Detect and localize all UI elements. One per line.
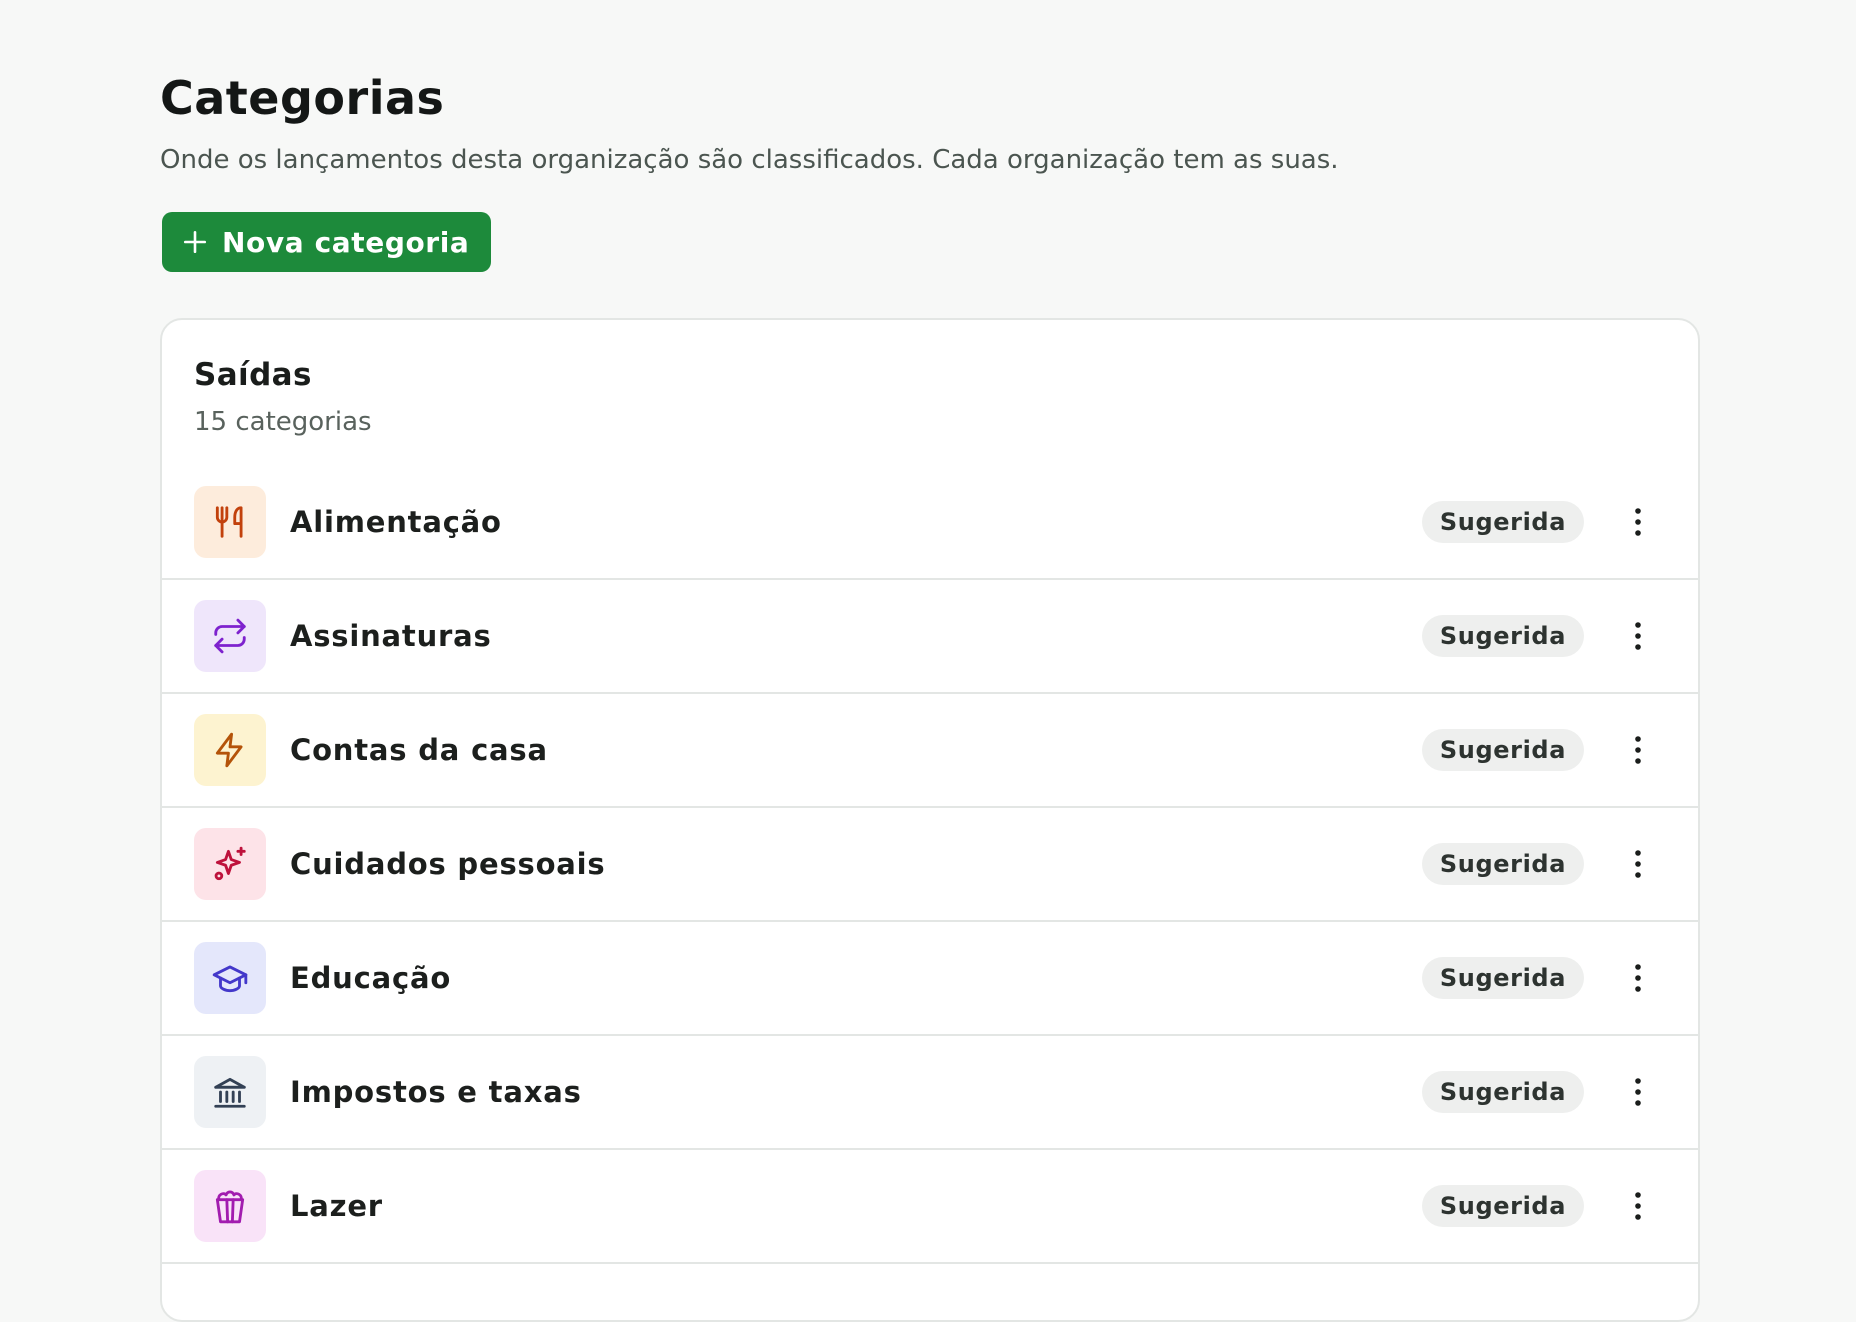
category-name: Alimentação [290, 505, 502, 539]
list-item[interactable]: Educação Sugerida [162, 922, 1698, 1036]
section-title: Saídas [194, 357, 312, 393]
category-icon-box [194, 714, 266, 786]
more-vertical-icon [1635, 1192, 1641, 1220]
category-icon-box [194, 486, 266, 558]
list-item[interactable]: Assinaturas Sugerida [162, 580, 1698, 694]
more-vertical-icon [1635, 622, 1641, 650]
category-name: Assinaturas [290, 619, 492, 653]
lightning-icon [215, 732, 243, 768]
new-category-button-label: Nova categoria [222, 225, 470, 259]
list-item[interactable]: Alimentação Sugerida [162, 466, 1698, 580]
more-options-button[interactable] [1618, 839, 1658, 889]
page-title: Categorias [160, 71, 445, 125]
more-options-button[interactable] [1618, 497, 1658, 547]
more-options-button[interactable] [1618, 953, 1658, 1003]
more-options-button[interactable] [1618, 725, 1658, 775]
category-list: Alimentação Sugerida Assinaturas Sugerid [162, 466, 1698, 1264]
expenses-card: Saídas 15 categorias Alimentação Sugerid… [160, 318, 1700, 1322]
more-vertical-icon [1635, 964, 1641, 992]
popcorn-icon [215, 1190, 245, 1224]
plus-icon [183, 230, 207, 254]
suggested-badge: Sugerida [1421, 729, 1584, 771]
category-icon-box [194, 1170, 266, 1242]
more-options-button[interactable] [1618, 1181, 1658, 1231]
suggested-badge: Sugerida [1421, 957, 1584, 999]
suggested-badge: Sugerida [1421, 615, 1584, 657]
page-subtitle: Onde os lançamentos desta organização sã… [160, 145, 1339, 175]
category-name: Cuidados pessoais [290, 847, 606, 881]
category-icon-box [194, 1056, 266, 1128]
suggested-badge: Sugerida [1421, 501, 1584, 543]
category-name: Lazer [290, 1189, 383, 1223]
utensils-icon [215, 506, 243, 538]
list-item[interactable]: Cuidados pessoais Sugerida [162, 808, 1698, 922]
graduation-cap-icon [212, 965, 248, 993]
list-item[interactable]: Impostos e taxas Sugerida [162, 1036, 1698, 1150]
suggested-badge: Sugerida [1421, 1185, 1584, 1227]
more-options-button[interactable] [1618, 1067, 1658, 1117]
more-vertical-icon [1635, 736, 1641, 764]
more-vertical-icon [1635, 850, 1641, 878]
categories-page: Categorias Onde os lançamentos desta org… [160, 66, 1700, 1322]
category-name: Educação [290, 961, 452, 995]
more-vertical-icon [1635, 508, 1641, 536]
new-category-button[interactable]: Nova categoria [162, 212, 492, 272]
repeat-icon [214, 618, 246, 654]
card-header: Saídas 15 categorias [162, 320, 1698, 440]
bank-icon [214, 1077, 246, 1108]
category-count: 15 categorias [194, 407, 372, 437]
category-icon-box [194, 942, 266, 1014]
sparkles-icon [214, 846, 246, 881]
category-icon-box [194, 828, 266, 900]
more-options-button[interactable] [1618, 611, 1658, 661]
suggested-badge: Sugerida [1421, 843, 1584, 885]
category-icon-box [194, 600, 266, 672]
category-name: Impostos e taxas [290, 1075, 582, 1109]
list-item[interactable]: Contas da casa Sugerida [162, 694, 1698, 808]
suggested-badge: Sugerida [1421, 1071, 1584, 1113]
category-name: Contas da casa [290, 733, 548, 767]
list-item[interactable]: Lazer Sugerida [162, 1150, 1698, 1264]
more-vertical-icon [1635, 1078, 1641, 1106]
